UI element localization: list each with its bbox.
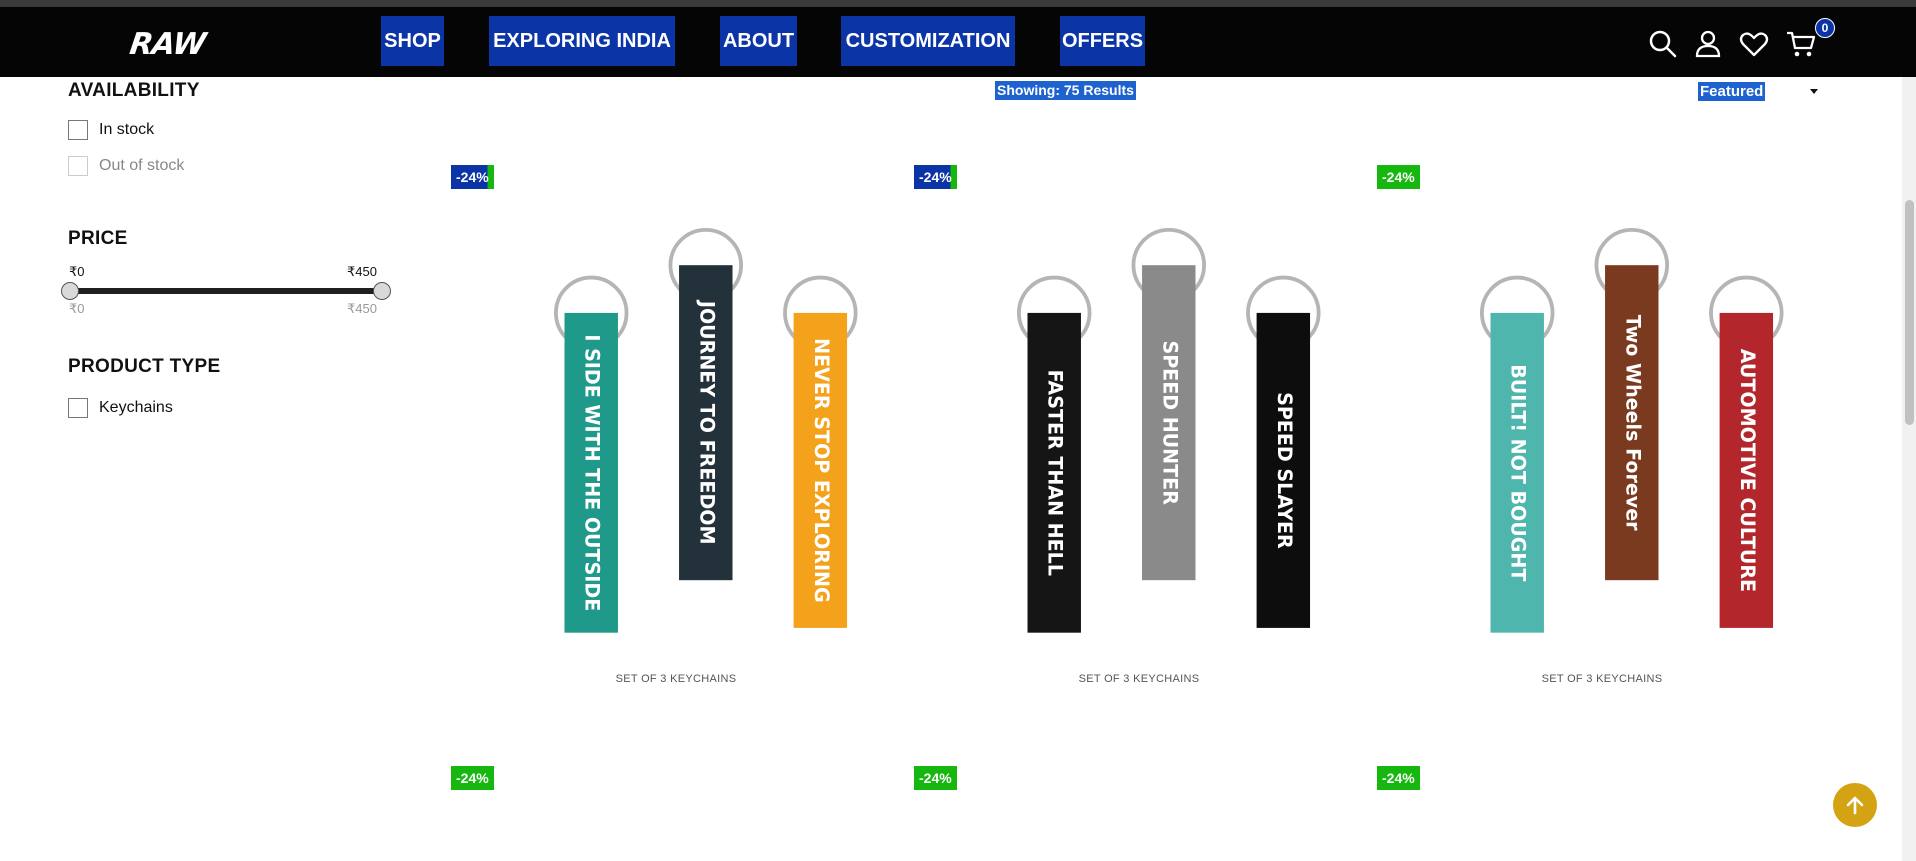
price-min-value: ₹0: [69, 301, 85, 316]
nav-customization[interactable]: CUSTOMIZATION: [841, 16, 1015, 66]
keychain-strap-text: I SIDE WITH THE OUTSIDE: [581, 334, 604, 611]
keychain-strap-text: BUILT! NOT BOUGHT: [1507, 364, 1530, 581]
price-max-value: ₹450: [347, 301, 377, 316]
keychain-strap-text: SPEED SLAYER: [1273, 392, 1296, 549]
user-icon[interactable]: [1692, 28, 1724, 60]
nav-offers[interactable]: OFFERS: [1060, 16, 1145, 66]
keychain-strap-text: NEVER STOP EXPLORING: [810, 338, 833, 603]
keychain-strap-text: AUTOMOTIVE CULTURE: [1736, 349, 1759, 592]
keychains-checkbox[interactable]: [68, 398, 88, 418]
availability-title: AVAILABILITY: [68, 80, 200, 101]
product-type-title: PRODUCT TYPE: [68, 356, 221, 377]
chevron-down-icon[interactable]: [1807, 84, 1821, 98]
keychain-strap-text: JOURNEY TO FREEDOM: [695, 299, 718, 545]
discount-badge: -24%: [451, 766, 494, 790]
filter-out-of-stock[interactable]: Out of stock: [68, 155, 184, 177]
price-slider-min-handle[interactable]: [61, 282, 79, 300]
arrow-up-icon: [1846, 796, 1864, 815]
in-stock-checkbox[interactable]: [68, 120, 88, 140]
results-count: Showing: 75 Results: [995, 81, 1136, 100]
discount-badge: -24%: [1377, 766, 1420, 790]
product-title[interactable]: SET OF 3 KEYCHAINS: [526, 673, 826, 685]
price-min-label: ₹0: [69, 264, 85, 279]
keychain-strap-text: Two Wheels Forever: [1621, 315, 1644, 531]
product-title[interactable]: SET OF 3 KEYCHAINS: [989, 673, 1289, 685]
price-title: PRICE: [68, 228, 128, 249]
keychains-label: Keychains: [99, 399, 173, 416]
page-scrollbar[interactable]: [1902, 77, 1916, 861]
search-icon[interactable]: [1647, 28, 1679, 60]
filter-keychains[interactable]: Keychains: [68, 397, 173, 419]
in-stock-label: In stock: [99, 121, 155, 138]
price-max-label: ₹450: [347, 264, 377, 279]
discount-badge: -24%: [914, 165, 957, 189]
heart-icon[interactable]: [1738, 28, 1770, 60]
back-to-top-button[interactable]: [1833, 783, 1877, 827]
browser-top-strip: [0, 0, 1916, 7]
product-title[interactable]: SET OF 3 KEYCHAINS: [1452, 673, 1752, 685]
nav-about[interactable]: ABOUT: [720, 16, 797, 66]
keychain-strap-text: FASTER THAN HELL: [1044, 370, 1067, 576]
price-slider-track[interactable]: [70, 288, 382, 294]
discount-badge: -24%: [914, 766, 957, 790]
filter-in-stock[interactable]: In stock: [68, 119, 154, 141]
product-image[interactable]: FASTER THAN HELL SPEED HUNTER SPEED SLAYER: [954, 227, 1374, 647]
cart-count-badge: 0: [1815, 18, 1835, 38]
nav-exploring-india[interactable]: EXPLORING INDIA: [489, 16, 675, 66]
scrollbar-thumb[interactable]: [1905, 200, 1914, 425]
sort-select[interactable]: Featured: [1698, 82, 1766, 101]
nav-shop[interactable]: SHOP: [381, 16, 444, 66]
brand-logo[interactable]: RAW: [128, 27, 208, 62]
price-slider-max-handle[interactable]: [373, 282, 391, 300]
cart-icon[interactable]: [1785, 28, 1817, 60]
product-image[interactable]: I SIDE WITH THE OUTSIDE JOURNEY TO FREEDO…: [491, 227, 911, 647]
out-of-stock-checkbox[interactable]: [68, 156, 88, 176]
discount-badge: -24%: [451, 165, 494, 189]
out-of-stock-label: Out of stock: [99, 157, 185, 174]
product-image[interactable]: BUILT! NOT BOUGHT Two Wheels Forever AUTOM…: [1417, 227, 1837, 647]
discount-badge: -24%: [1377, 165, 1420, 189]
keychain-strap-text: SPEED HUNTER: [1158, 340, 1181, 505]
site-header: RAW SHOP EXPLORING INDIA ABOUT CUSTOMIZA…: [0, 7, 1916, 77]
